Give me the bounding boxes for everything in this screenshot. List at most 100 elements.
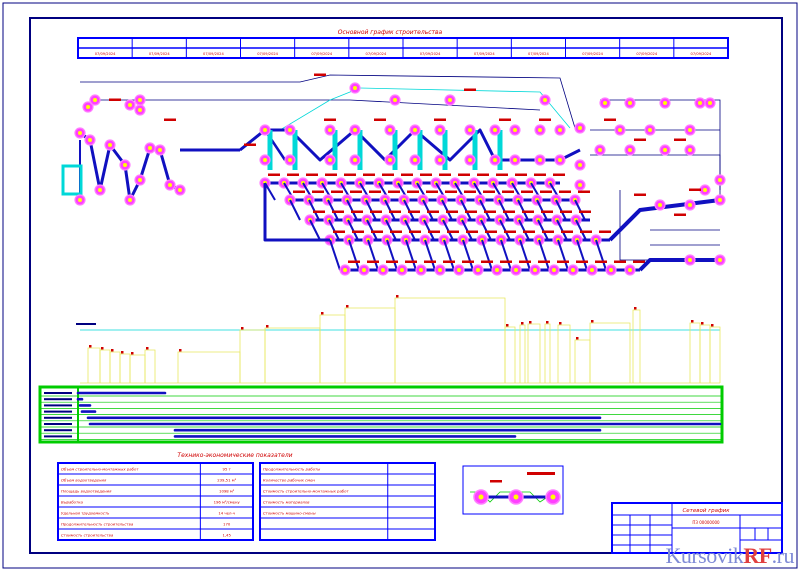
resource-gantt: [38, 385, 724, 444]
work-label: [434, 118, 446, 121]
profile-marker: [111, 349, 114, 352]
work-label: [561, 230, 573, 233]
work-label: [485, 230, 497, 233]
event-node-core: [353, 128, 357, 132]
work-label: [333, 230, 345, 233]
legend-node-core: [550, 494, 556, 500]
work-label: [464, 88, 476, 91]
event-node-core: [353, 158, 357, 162]
work-label: [424, 260, 436, 263]
event-node-core: [578, 183, 582, 187]
work-label: [109, 98, 121, 101]
profile-step: [264, 327, 321, 383]
work-label: [369, 190, 381, 193]
gantt-row-label: [44, 404, 72, 407]
work-label: [306, 173, 318, 176]
legend-node-core: [513, 494, 519, 500]
profile-step: [87, 347, 101, 383]
table-cell-label: Стоимость строительно-монтажных работ: [263, 489, 349, 494]
event-node-core: [138, 98, 142, 102]
event-node-core: [663, 148, 667, 152]
event-node-core: [263, 158, 267, 162]
event-node-core: [538, 128, 542, 132]
link-line: [279, 87, 361, 131]
work-label: [553, 173, 565, 176]
work-label: [521, 190, 533, 193]
profile-marker: [321, 312, 324, 315]
work-label: [576, 260, 588, 263]
event-node-core: [618, 128, 622, 132]
pipe-line: [538, 239, 550, 271]
profile-marker: [241, 327, 244, 330]
event-node-core: [558, 128, 562, 132]
profile-step: [99, 349, 111, 383]
profile-step: [344, 307, 396, 383]
table-cell-label: Продолжительность строительства: [61, 522, 134, 527]
table-cell-value: 95 т: [223, 467, 232, 472]
event-node-core: [93, 98, 97, 102]
event-node-core: [558, 158, 562, 162]
pipe-line: [462, 239, 474, 271]
event-node-core: [128, 103, 132, 107]
event-node-core: [381, 268, 385, 272]
profile-step: [239, 329, 266, 383]
work-label: [466, 230, 478, 233]
work-label: [443, 260, 455, 263]
event-node-core: [468, 128, 472, 132]
profile-marker: [634, 307, 637, 310]
event-node-core: [88, 138, 92, 142]
table-cell-label: Продолжительность работы: [263, 467, 320, 472]
table-cell-label: Выработка: [61, 500, 84, 505]
header-cell-text: 07/09/2024: [95, 52, 116, 56]
work-label: [401, 173, 413, 176]
work-label: [614, 260, 626, 263]
pipe-line: [500, 239, 512, 271]
work-label: [331, 190, 343, 193]
profile-marker: [146, 347, 149, 350]
work-label: [633, 260, 645, 263]
header-cell-text: 07/09/2024: [582, 52, 603, 56]
table-cell-value: 1098 м²: [219, 489, 235, 494]
work-label: [324, 118, 336, 121]
event-node-core: [513, 158, 517, 162]
work-label: [580, 230, 592, 233]
profile-step: [709, 326, 721, 383]
work-label: [559, 190, 571, 193]
event-node-core: [514, 268, 518, 272]
work-label: [539, 118, 551, 121]
work-label: [462, 260, 474, 263]
profile-label: [76, 323, 96, 325]
work-label: [382, 173, 394, 176]
work-label: [351, 210, 363, 213]
profile-step: [144, 349, 156, 383]
tep-table-left: Объем строительно-монтажных работ 95 т Объ…: [57, 462, 254, 541]
profile-marker: [529, 321, 532, 324]
work-label: [408, 210, 420, 213]
work-label: [426, 190, 438, 193]
profile-marker: [346, 305, 349, 308]
outer-frame: [2, 2, 798, 569]
profile-marker: [546, 321, 549, 324]
table-cell-value: 170: [223, 522, 231, 527]
event-node-core: [628, 101, 632, 105]
profile-step: [557, 324, 571, 383]
work-label: [481, 260, 493, 263]
pipe-line: [638, 258, 720, 272]
legend-node-core: [478, 494, 484, 500]
event-node-core: [328, 128, 332, 132]
event-node-core: [718, 258, 722, 262]
profile-marker: [701, 322, 704, 325]
event-node-core: [393, 98, 397, 102]
tep-title: Технико-экономические показатели: [177, 452, 292, 459]
profile-marker: [101, 347, 104, 350]
pipe-line: [405, 239, 417, 271]
table-cell-value: 1,45: [222, 533, 231, 538]
event-node-core: [448, 98, 452, 102]
work-label: [313, 210, 325, 213]
table-cell-label: Площадь водоотведения: [61, 489, 112, 494]
work-label: [427, 210, 439, 213]
profile-step: [319, 314, 346, 383]
header-cell-text: 07/09/2024: [420, 52, 441, 56]
profile-step: [689, 322, 701, 383]
pipe-line: [309, 219, 321, 241]
